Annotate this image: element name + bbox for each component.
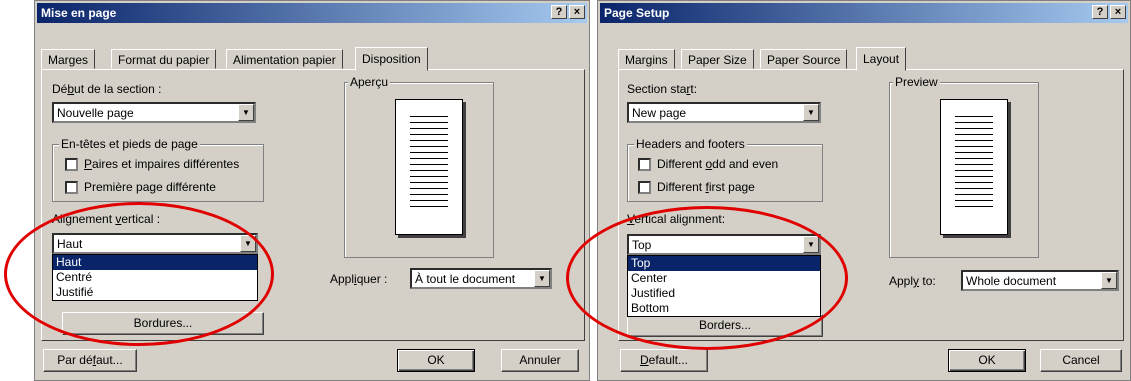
chevron-down-icon[interactable]: ▼ [803,236,819,253]
chevron-down-icon[interactable]: ▼ [1101,272,1117,289]
divider [591,0,596,381]
section-start-label: Début de la section : [52,82,162,96]
tab-paper-size[interactable]: Paper Size [681,49,754,69]
tab-disposition[interactable]: Disposition [355,47,428,71]
preview-page [395,99,463,235]
vertical-alignment-select[interactable]: Haut ▼ [52,233,258,254]
preview-frame: Preview [889,75,1039,258]
vertical-alignment-list: Top Center Justified Bottom [627,255,821,317]
headers-footers-group: En-têtes et pieds de page Paires et impa… [52,137,264,202]
checkbox-icon[interactable] [638,158,651,171]
apply-to-select[interactable]: À tout le document ▼ [410,268,552,289]
cancel-button[interactable]: Cancel [1040,349,1122,372]
tab-margins[interactable]: Margins [618,49,675,69]
headers-footers-group: Headers and footers Different odd and ev… [627,137,823,202]
ok-button[interactable]: OK [397,349,475,372]
close-button[interactable]: × [1110,5,1126,19]
chevron-down-icon[interactable]: ▼ [803,104,819,121]
apply-to-label: Apply to: [889,274,936,288]
tab-marges[interactable]: Marges [41,49,96,69]
default-button[interactable]: Default... [620,349,708,372]
dialog-mise-en-page: Mise en page ? × Marges Format du papier… [34,0,590,381]
title-bar: Page Setup ? × [600,3,1128,23]
vertical-alignment-value: Top [632,238,652,252]
tab-layout[interactable]: Layout [856,47,907,71]
vertical-alignment-select[interactable]: Top ▼ [627,234,821,255]
apply-to-label: Appliquer : [330,272,388,286]
apply-to-value: À tout le document [415,272,516,286]
dialog-page-setup: Page Setup ? × Margins Paper Size Paper … [597,0,1131,381]
close-button[interactable]: × [569,5,585,19]
chevron-down-icon[interactable]: ▼ [240,235,256,252]
odd-even-label: Different odd and even [657,157,779,171]
apply-to-select[interactable]: Whole document ▼ [961,270,1119,291]
option-haut[interactable]: Haut [53,255,257,270]
preview-title: Aperçu [348,75,391,89]
option-centre[interactable]: Centré [53,270,257,285]
headers-footers-title: Headers and footers [634,137,747,151]
chevron-down-icon[interactable]: ▼ [238,104,254,121]
tab-panel: Section start: New page ▼ Headers and fo… [618,69,1124,341]
option-center[interactable]: Center [628,271,820,286]
chevron-down-icon[interactable]: ▼ [534,270,550,287]
tab-format-papier[interactable]: Format du papier [111,49,217,69]
vertical-alignment-label: Vertical alignment: [627,212,726,226]
section-start-value: Nouvelle page [57,106,134,120]
option-justified[interactable]: Justified [628,286,820,301]
help-button[interactable]: ? [551,5,567,19]
option-justifie[interactable]: Justifié [53,285,257,300]
checkbox-icon[interactable] [638,181,651,194]
preview-frame: Aperçu [344,75,494,258]
tab-paper-source[interactable]: Paper Source [760,49,848,69]
default-button[interactable]: Par défaut... [43,349,137,372]
apply-to-value: Whole document [966,274,1057,288]
dialog-title: Page Setup [604,6,670,20]
vertical-alignment-list: Haut Centré Justifié [52,254,258,301]
title-bar: Mise en page ? × [37,3,587,23]
tab-alimentation-papier[interactable]: Alimentation papier [226,49,343,69]
borders-button[interactable]: Borders... [627,314,823,337]
preview-title: Preview [893,75,940,89]
first-page-label: Première page différente [84,180,216,194]
checkbox-icon[interactable] [65,181,78,194]
vertical-alignment-value: Haut [57,237,83,251]
section-start-select[interactable]: New page ▼ [627,102,821,123]
section-start-select[interactable]: Nouvelle page ▼ [52,102,256,123]
borders-button[interactable]: Bordures... [62,312,264,335]
option-bottom[interactable]: Bottom [628,301,820,316]
option-top[interactable]: Top [628,256,820,271]
ok-button[interactable]: OK [948,349,1026,372]
help-button[interactable]: ? [1092,5,1108,19]
odd-even-label: Paires et impaires différentes [84,157,240,171]
checkbox-icon[interactable] [65,158,78,171]
tab-panel: Début de la section : Nouvelle page ▼ En… [41,69,585,341]
section-start-value: New page [632,106,687,120]
cancel-button[interactable]: Annuler [501,349,579,372]
vertical-alignment-label: Alignement vertical : [52,212,161,226]
first-page-label: Different first page [657,180,755,194]
section-start-label: Section start: [627,82,698,96]
headers-footers-title: En-têtes et pieds de page [59,137,200,151]
dialog-title: Mise en page [41,6,117,20]
preview-page [940,99,1008,235]
